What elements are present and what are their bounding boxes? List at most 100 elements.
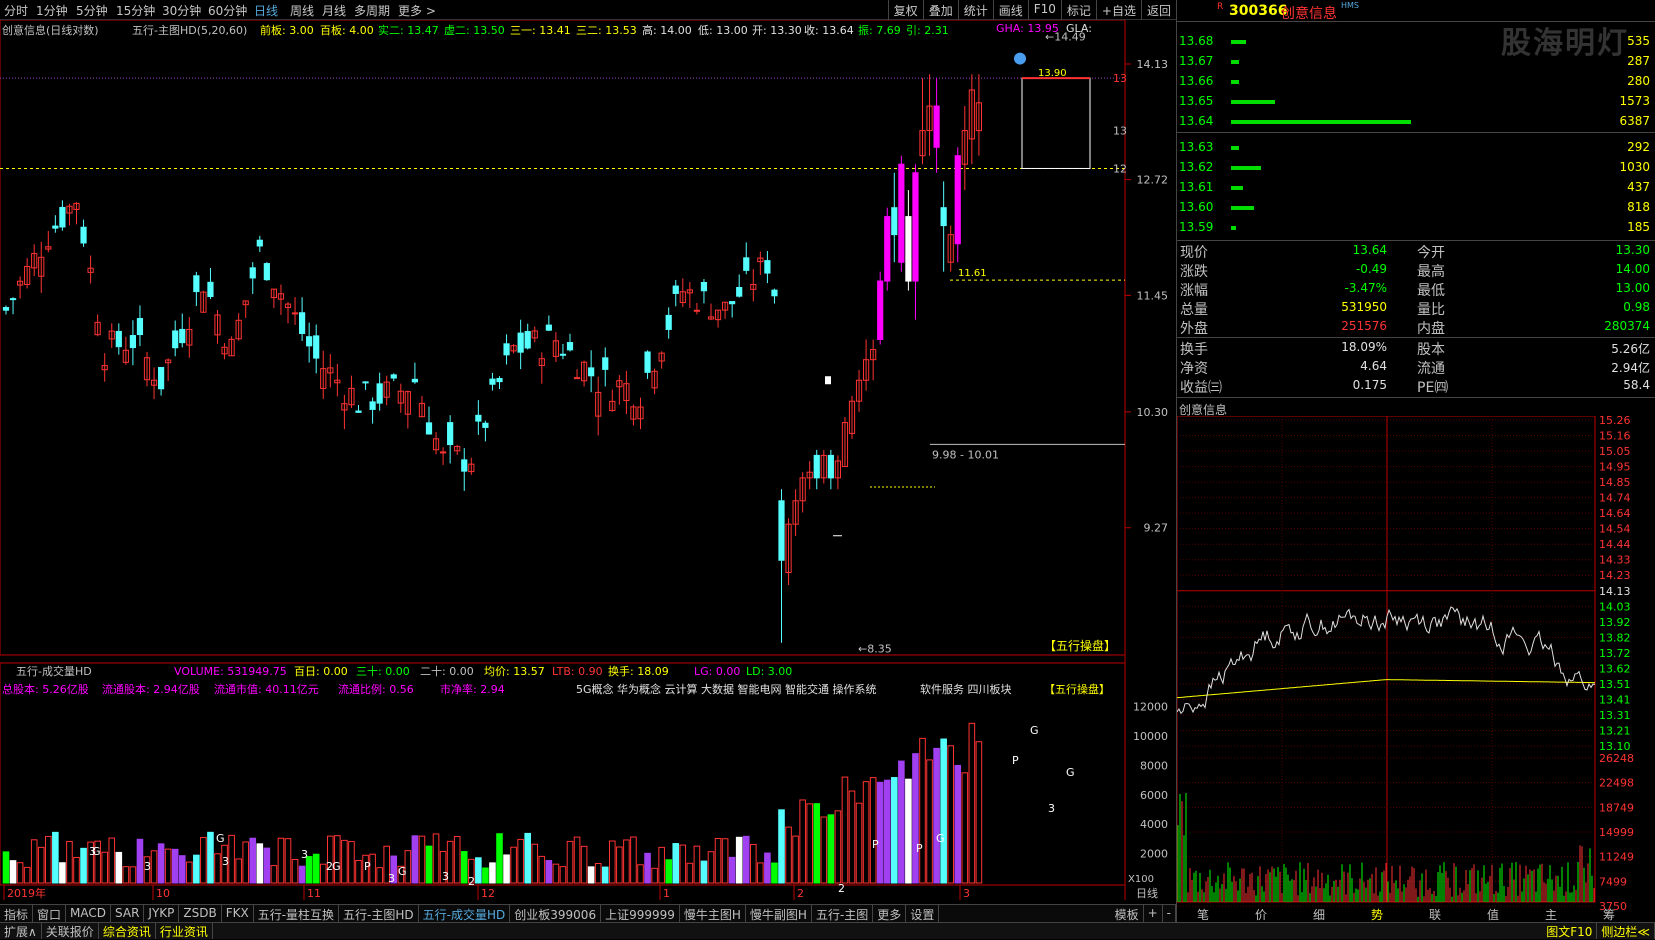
period-tab-9[interactable]: 多周期 xyxy=(354,2,390,19)
bid-row[interactable]: 13.61 437 xyxy=(1177,178,1655,198)
volume-bar xyxy=(284,838,292,884)
indicator-tab-15[interactable]: 更多 xyxy=(873,905,907,922)
ask-row[interactable]: 13.67 287 xyxy=(1177,52,1655,72)
qianban-value: 前板: 3.00 xyxy=(260,24,314,37)
main-indicator-name[interactable]: 五行-主图HD(5,20,60) xyxy=(132,22,247,38)
vol-volume: VOLUME: 531949.75 xyxy=(174,665,287,678)
vol-axis-label: 2000 xyxy=(1140,848,1168,861)
bid-row[interactable]: 13.62 1030 xyxy=(1177,158,1655,178)
period-tab-3[interactable]: 15分钟 xyxy=(116,2,155,19)
volume-bar xyxy=(898,760,905,884)
indicator-tab-6[interactable]: FKX xyxy=(222,905,254,922)
intraday-chart[interactable]: 15.26 15.16 15.05 14.95 14.85 14.74 14.64 14.54… xyxy=(1177,416,1655,922)
mini-tab-2[interactable]: 细 xyxy=(1313,908,1325,922)
bid-price: 13.61 xyxy=(1179,180,1214,194)
mini-tab-3[interactable]: 势 xyxy=(1371,908,1383,922)
indicator-tab-11[interactable]: 上证999999 xyxy=(601,905,680,922)
volume-bar xyxy=(926,759,933,884)
period-tab-7[interactable]: 周线 xyxy=(290,2,314,19)
indicator-tab-0[interactable]: 指标 xyxy=(0,905,34,922)
toolbar-button-6[interactable]: +自选 xyxy=(1095,0,1141,20)
indicator-tab-3[interactable]: SAR xyxy=(111,905,145,922)
toolbar-button-0[interactable]: 复权 xyxy=(887,0,923,20)
volume-bar xyxy=(270,865,278,884)
indicator-tab-4[interactable]: JYKP xyxy=(144,905,180,922)
status-item-1[interactable]: 关联报价 xyxy=(42,923,99,939)
indicator-tab-7[interactable]: 五行-量柱互换 xyxy=(254,905,340,922)
quote-label: 涨幅 xyxy=(1180,283,1208,299)
indicator-tab-10[interactable]: 创业板399006 xyxy=(510,905,602,922)
period-tab-10[interactable]: 更多 > xyxy=(398,2,436,19)
right-price-2: 13 xyxy=(1113,125,1127,138)
candle-body xyxy=(884,216,891,282)
status-right-0[interactable]: 图文F10 xyxy=(1542,923,1598,939)
candle-body xyxy=(524,331,531,349)
indicator-tab-13[interactable]: 慢牛副图H xyxy=(746,905,812,922)
open-value: 开: 13.30 xyxy=(752,24,802,37)
period-tab-8[interactable]: 月线 xyxy=(322,2,346,19)
period-tab-6[interactable]: 日线 xyxy=(254,2,278,19)
volume-signal-label: 3 xyxy=(222,855,229,868)
volume-signal-label: 2 xyxy=(468,875,475,888)
candle-body xyxy=(764,260,771,274)
candle-body xyxy=(517,332,524,353)
mini-tab-4[interactable]: 联 xyxy=(1429,908,1441,922)
indicator-tab-14[interactable]: 五行-主图 xyxy=(812,905,874,922)
ask-row[interactable]: 13.65 1573 xyxy=(1177,92,1655,112)
mini-tab-5[interactable]: 值 xyxy=(1487,907,1499,922)
indicator-tab-2[interactable]: MACD xyxy=(66,905,112,922)
candle-body xyxy=(136,318,144,336)
toolbar-button-1[interactable]: 叠加 xyxy=(922,0,958,20)
kline-chart[interactable]: 14.1312.7211.4510.309.27←14.49←8.359.98 … xyxy=(0,20,1176,900)
template-button[interactable]: 模板 xyxy=(1111,905,1144,922)
mini-tab-6[interactable]: 主 xyxy=(1545,908,1557,922)
volume-bar xyxy=(609,840,616,884)
ask-row[interactable]: 13.68 535 xyxy=(1177,32,1655,52)
toolbar-button-2[interactable]: 统计 xyxy=(957,0,993,20)
zoom-out-button[interactable]: - xyxy=(1163,905,1176,922)
indicator-tab-1[interactable]: 窗口 xyxy=(33,905,67,922)
period-tab-0[interactable]: 分时 xyxy=(4,2,28,19)
mini-tab-1[interactable]: 价 xyxy=(1255,908,1267,922)
volume-bar xyxy=(876,781,884,884)
indicator-tab-16[interactable]: 设置 xyxy=(906,905,940,922)
volume-bar xyxy=(552,863,560,884)
indicator-tab-8[interactable]: 五行-主图HD xyxy=(339,905,419,922)
period-tab-5[interactable]: 60分钟 xyxy=(208,2,247,19)
mini-tab-7[interactable]: 筹 xyxy=(1603,908,1615,922)
ask-row[interactable]: 13.66 280 xyxy=(1177,72,1655,92)
candle-body xyxy=(475,414,482,422)
mini-vol-label: 22498 xyxy=(1599,777,1634,790)
status-right-1[interactable]: 侧边栏≪ xyxy=(1597,923,1655,939)
quote-value: 251576 xyxy=(1341,319,1387,333)
period-tab-4[interactable]: 30分钟 xyxy=(162,2,201,19)
mini-tab-0[interactable]: 笔 xyxy=(1197,907,1209,922)
ask-row[interactable]: 13.64 6387 xyxy=(1177,112,1655,132)
status-item-3[interactable]: 行业资讯 xyxy=(156,923,213,939)
bid-row[interactable]: 13.63 292 xyxy=(1177,138,1655,158)
indicator-tab-5[interactable]: ZSDB xyxy=(179,905,222,922)
vol-ershi: 二十: 0.00 xyxy=(420,664,474,678)
period-tab-1[interactable]: 1分钟 xyxy=(36,2,68,19)
bid-price: 13.62 xyxy=(1179,160,1214,174)
zoom-in-button[interactable]: + xyxy=(1144,905,1163,922)
volume-bar xyxy=(80,847,87,884)
volume-bar xyxy=(482,867,489,884)
toolbar-button-3[interactable]: 画线 xyxy=(992,0,1028,20)
bid-row[interactable]: 13.60 818 xyxy=(1177,198,1655,218)
indicator-tab-12[interactable]: 慢牛主图H xyxy=(680,905,746,922)
volume-bar xyxy=(735,836,743,884)
status-item-2[interactable]: 综合资讯 xyxy=(99,923,156,939)
quote-label-2: 量比 xyxy=(1417,302,1445,318)
toolbar-button-4[interactable]: F10 xyxy=(1027,0,1061,20)
bid-row[interactable]: 13.59 185 xyxy=(1177,218,1655,238)
volume-bar xyxy=(707,851,715,884)
mini-price-label: 13.72 xyxy=(1599,647,1631,660)
san1-value: 三一: 13.41 xyxy=(510,24,571,37)
status-item-0[interactable]: 扩展∧ xyxy=(0,923,42,939)
toolbar-button-7[interactable]: 返回 xyxy=(1140,0,1176,20)
volume-bar xyxy=(848,790,856,884)
toolbar-button-5[interactable]: 标记 xyxy=(1060,0,1096,20)
period-tab-2[interactable]: 5分钟 xyxy=(76,2,108,19)
indicator-tab-9[interactable]: 五行-成交量HD xyxy=(419,905,511,922)
